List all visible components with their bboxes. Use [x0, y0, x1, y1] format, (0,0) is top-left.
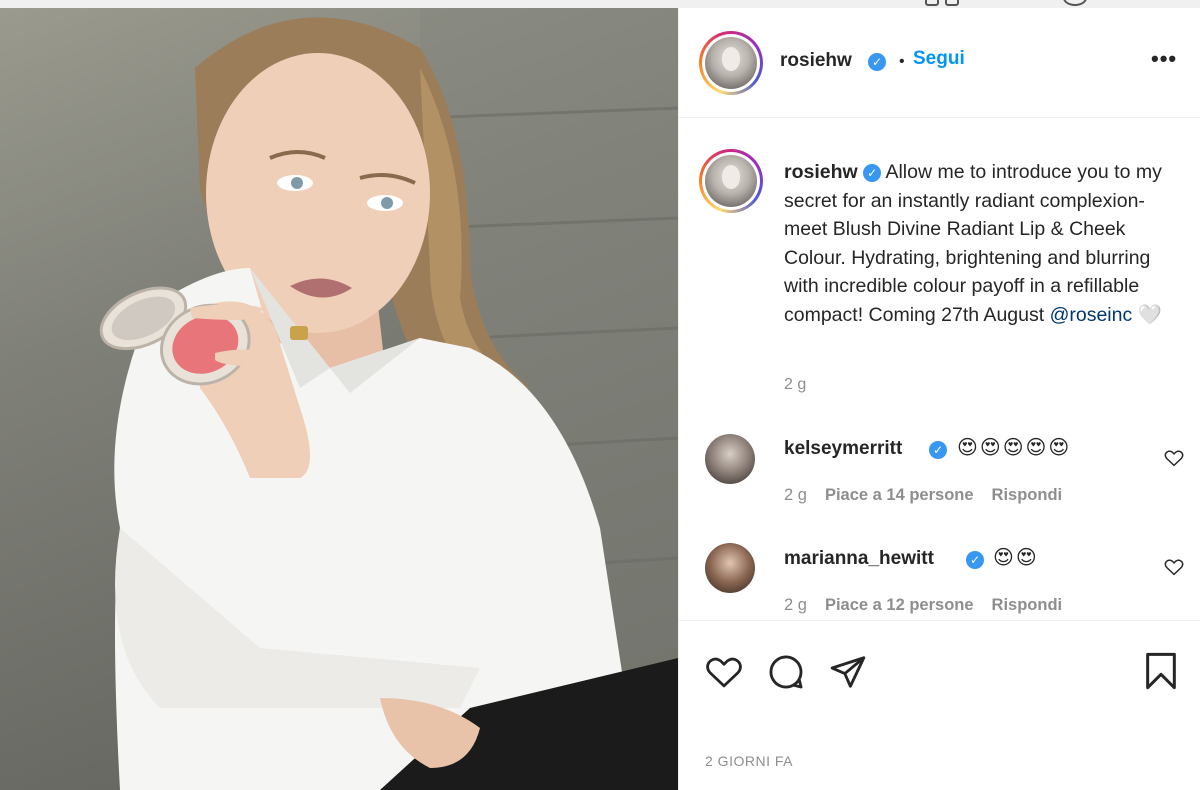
comment-icon[interactable] — [767, 653, 805, 691]
comment-like-heart-icon[interactable] — [1164, 558, 1184, 576]
comment-username[interactable]: marianna_hewitt — [784, 548, 934, 570]
comment-meta: 2 g Piace a 14 persone Rispondi — [784, 486, 1080, 505]
post-actions-bar: 2 GIORNI FA — [679, 620, 1200, 790]
comment-time[interactable]: 2 g — [784, 596, 807, 614]
caption-username[interactable]: rosiehw — [784, 161, 858, 183]
caption-avatar[interactable] — [699, 149, 763, 213]
post-header: rosiehw ✓ • Segui ••• — [679, 8, 1200, 118]
caption-timestamp[interactable]: 2 g — [784, 376, 806, 394]
comment-meta: 2 g Piace a 12 persone Rispondi — [784, 596, 1080, 615]
comment-likes[interactable]: Piace a 12 persone — [825, 596, 974, 614]
comment-avatar[interactable] — [705, 543, 755, 593]
share-icon[interactable] — [829, 653, 867, 691]
comment-text: 😍😍😍😍😍 — [957, 437, 1072, 459]
caption-emoji: 🤍 — [1132, 303, 1162, 326]
comment-time[interactable]: 2 g — [784, 486, 807, 504]
comment-like-heart-icon[interactable] — [1164, 449, 1184, 467]
browser-top-strip — [0, 0, 1200, 8]
comment-avatar[interactable] — [705, 434, 755, 484]
post-date[interactable]: 2 GIORNI FA — [705, 753, 793, 769]
more-options-icon[interactable]: ••• — [1151, 46, 1177, 72]
post-detail-panel: rosiehw ✓ • Segui ••• rosiehw ✓ Allow me… — [678, 8, 1200, 790]
post-image[interactable] — [0, 8, 678, 790]
comment-username[interactable]: kelseymerritt — [784, 438, 902, 460]
follow-button[interactable]: Segui — [913, 48, 965, 70]
header-username[interactable]: rosiehw — [780, 50, 852, 72]
reply-button[interactable]: Rispondi — [992, 486, 1063, 504]
verified-badge-icon: ✓ — [966, 551, 984, 569]
heart-icon[interactable] — [705, 655, 743, 689]
verified-badge-icon: ✓ — [863, 163, 882, 182]
reply-button[interactable]: Rispondi — [992, 596, 1063, 614]
comment-text: 😍😍 — [993, 547, 1039, 569]
verified-badge-icon: ✓ — [929, 441, 947, 459]
post-caption: rosiehw ✓ Allow me to introduce you to m… — [784, 158, 1184, 329]
post-photo-illustration — [99, 8, 678, 790]
profile-icon — [1063, 0, 1087, 6]
header-avatar[interactable] — [699, 31, 763, 95]
window-icon — [925, 0, 939, 6]
avatar-image — [705, 155, 757, 207]
caption-mention-link[interactable]: @roseinc — [1050, 304, 1133, 326]
verified-badge-icon: ✓ — [868, 53, 886, 71]
caption-text: Allow me to introduce you to my secret f… — [784, 161, 1162, 326]
separator-dot: • — [899, 53, 905, 70]
bookmark-icon[interactable] — [1143, 651, 1179, 691]
comment-likes[interactable]: Piace a 14 persone — [825, 486, 974, 504]
window-icon — [945, 0, 959, 6]
avatar-image — [705, 37, 757, 89]
